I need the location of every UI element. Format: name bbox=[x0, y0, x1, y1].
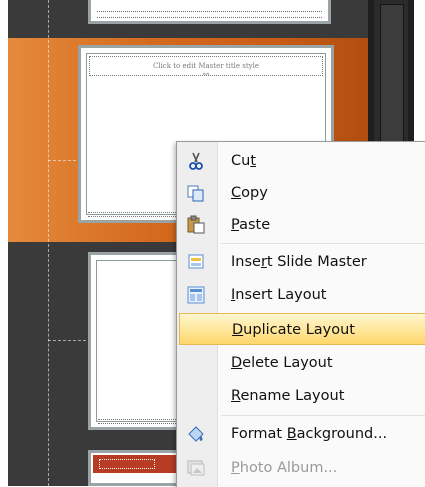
menu-item-copy[interactable]: Copy bbox=[179, 177, 425, 209]
insert-layout-icon bbox=[185, 285, 207, 305]
menu-item-insert-layout[interactable]: Insert Layout bbox=[179, 279, 425, 311]
master-title-placeholder: Click to edit Master title style ⌘ bbox=[89, 56, 323, 76]
insert-slide-master-icon bbox=[185, 252, 207, 272]
menu-item-insert-slide-master[interactable]: Insert Slide Master bbox=[179, 246, 425, 278]
menu-item-label: Cut bbox=[231, 153, 257, 169]
menu-item-delete-layout[interactable]: Delete Layout bbox=[179, 347, 425, 379]
slide-thumbnail-previous[interactable] bbox=[88, 0, 331, 24]
dashed-guide-vertical bbox=[48, 0, 49, 486]
slide-thumbnail-next[interactable] bbox=[88, 450, 188, 486]
menu-item-label: Insert Layout bbox=[231, 287, 327, 303]
menu-item-rename-layout[interactable]: Rename Layout bbox=[179, 380, 425, 412]
paste-icon bbox=[185, 215, 207, 235]
menu-item-label: Paste bbox=[231, 217, 271, 233]
menu-item-label: Photo Album... bbox=[231, 460, 338, 476]
menu-item-cut[interactable]: Cut bbox=[179, 145, 425, 177]
menu-separator bbox=[221, 415, 425, 416]
menu-item-label: Delete Layout bbox=[231, 355, 333, 371]
photo-album-icon bbox=[185, 458, 207, 478]
copy-icon bbox=[185, 183, 207, 203]
menu-item-label: Rename Layout bbox=[231, 388, 345, 404]
menu-item-label: Duplicate Layout bbox=[232, 322, 355, 338]
menu-item-duplicate-layout[interactable]: Duplicate Layout bbox=[179, 313, 425, 345]
menu-item-label: Format Background... bbox=[231, 426, 388, 442]
menu-item-format-background[interactable]: Format Background... bbox=[179, 418, 425, 450]
menu-item-paste[interactable]: Paste bbox=[179, 209, 425, 241]
format-background-icon bbox=[185, 424, 207, 444]
menu-item-label: Copy bbox=[231, 185, 268, 201]
menu-item-photo-album: Photo Album... bbox=[179, 452, 425, 484]
dashed-guide-connector bbox=[48, 340, 86, 341]
menu-item-label: Insert Slide Master bbox=[231, 254, 367, 270]
menu-separator bbox=[221, 243, 425, 244]
rotate-handle-icon: ⌘ bbox=[201, 73, 211, 76]
context-menu: Cut Copy Paste Insert Slide Master Inser… bbox=[176, 141, 425, 487]
scissors-icon bbox=[185, 151, 207, 171]
